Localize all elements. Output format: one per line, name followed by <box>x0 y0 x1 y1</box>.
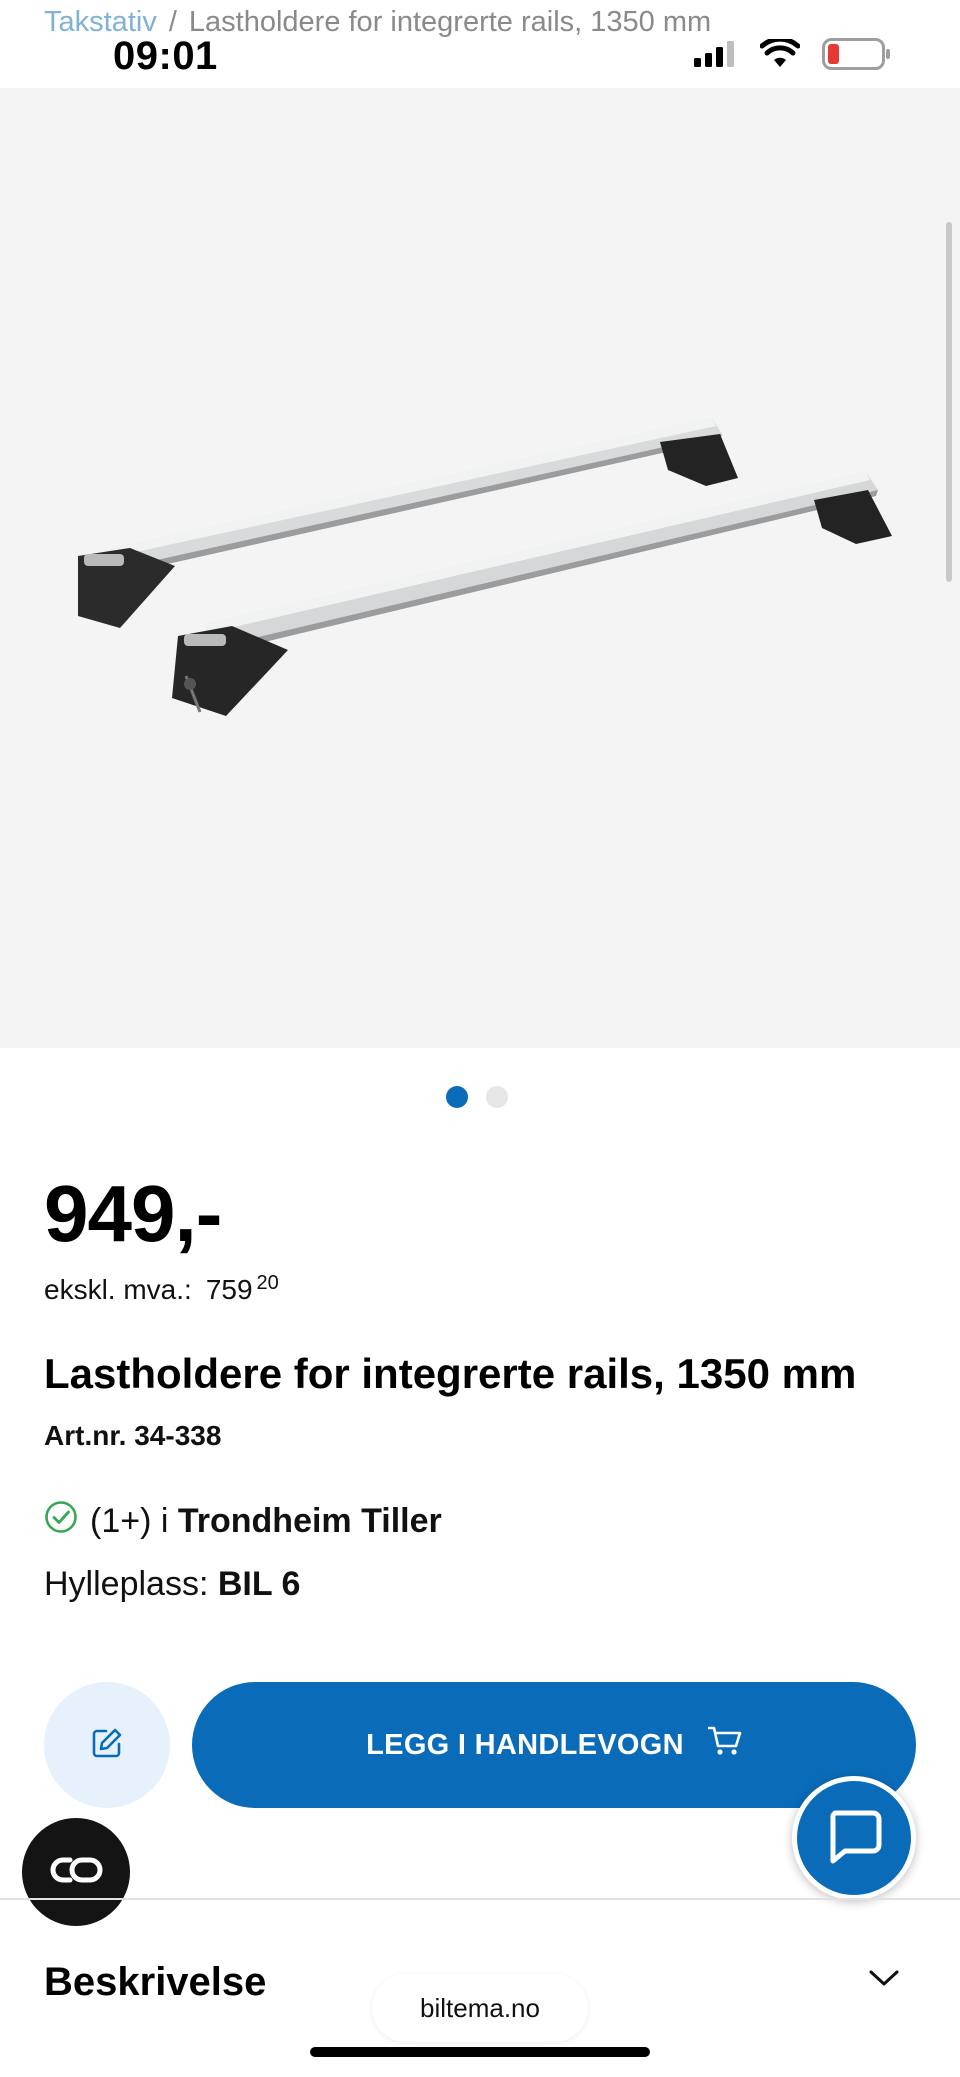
product-title: Lastholdere for integrerte rails, 1350 m… <box>44 1350 857 1397</box>
add-to-cart-button[interactable]: LEGG I HANDLEVOGN <box>192 1682 916 1808</box>
price-ex-vat: ekskl. mva.: 759 20 <box>44 1272 279 1306</box>
cellular-signal-icon <box>694 41 738 72</box>
wifi-icon <box>759 36 801 74</box>
article-number: Art.nr. 34-338 <box>44 1420 222 1451</box>
pager-dot-1[interactable] <box>446 1086 468 1108</box>
shelf-value: BIL 6 <box>217 1565 301 1603</box>
breadcrumb-current: Lastholdere for integrerte rails, 1350 m… <box>188 6 712 38</box>
ex-vat-label: ekskl. mva.: <box>44 1274 192 1305</box>
stock-count: (1+) i <box>90 1502 169 1540</box>
check-circle-icon <box>44 1500 78 1543</box>
browser-url: biltema.no <box>420 1992 540 2023</box>
add-to-cart-label: LEGG I HANDLEVOGN <box>366 1728 684 1761</box>
gallery-pager <box>446 1086 508 1108</box>
page-scrollbar[interactable] <box>946 222 952 582</box>
edit-note-button[interactable] <box>44 1682 170 1808</box>
chat-bubble-icon <box>823 1805 885 1872</box>
edit-note-icon <box>90 1726 124 1765</box>
shelf-location: Hylleplass: BIL 6 <box>44 1565 300 1604</box>
status-icons <box>694 36 892 75</box>
home-indicator[interactable] <box>310 2047 650 2057</box>
pager-dot-2[interactable] <box>486 1086 508 1108</box>
product-price: 949,- <box>44 1169 222 1258</box>
status-time: 09:01 <box>113 34 218 78</box>
cookie-settings-icon <box>48 1855 104 1890</box>
description-heading[interactable]: Beskrivelse <box>44 1960 266 2005</box>
cart-icon <box>707 1725 742 1765</box>
battery-low-icon <box>822 38 892 75</box>
chevron-down-icon[interactable] <box>868 1968 900 1993</box>
stock-status[interactable]: (1+) i Trondheim Tiller <box>44 1500 442 1543</box>
store-name: Trondheim Tiller <box>177 1502 442 1540</box>
ex-vat-amount: 759 <box>205 1274 253 1305</box>
ex-vat-decimals: 20 <box>256 1272 279 1294</box>
cookie-settings-button[interactable] <box>22 1818 130 1926</box>
product-image[interactable] <box>0 88 960 1048</box>
browser-url-bar[interactable]: biltema.no <box>372 1974 588 2042</box>
shelf-label: Hylleplass: <box>44 1565 209 1603</box>
roof-rack-illustration <box>78 418 892 716</box>
chat-button[interactable] <box>792 1776 916 1900</box>
section-divider <box>0 1898 960 1900</box>
